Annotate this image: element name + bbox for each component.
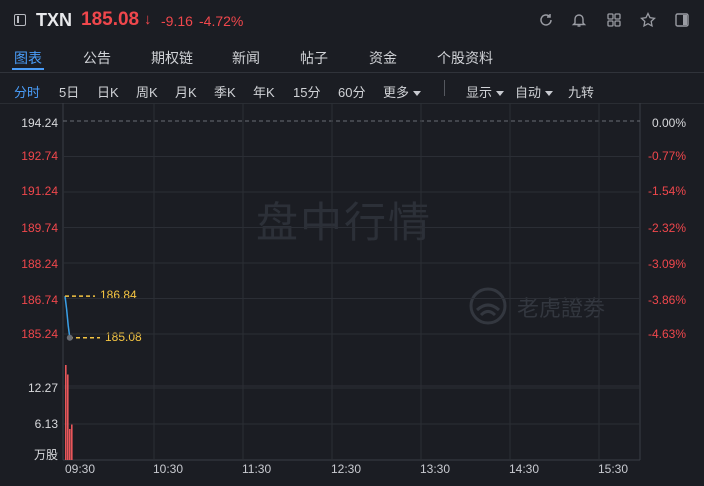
volume-bar: [65, 365, 67, 460]
volume-bar: [71, 424, 73, 460]
volume-bar: [69, 428, 71, 460]
price-line: [64, 296, 71, 338]
volume-bar: [67, 374, 69, 460]
intraday-chart[interactable]: [0, 0, 704, 486]
last-price-dot: [66, 334, 73, 341]
